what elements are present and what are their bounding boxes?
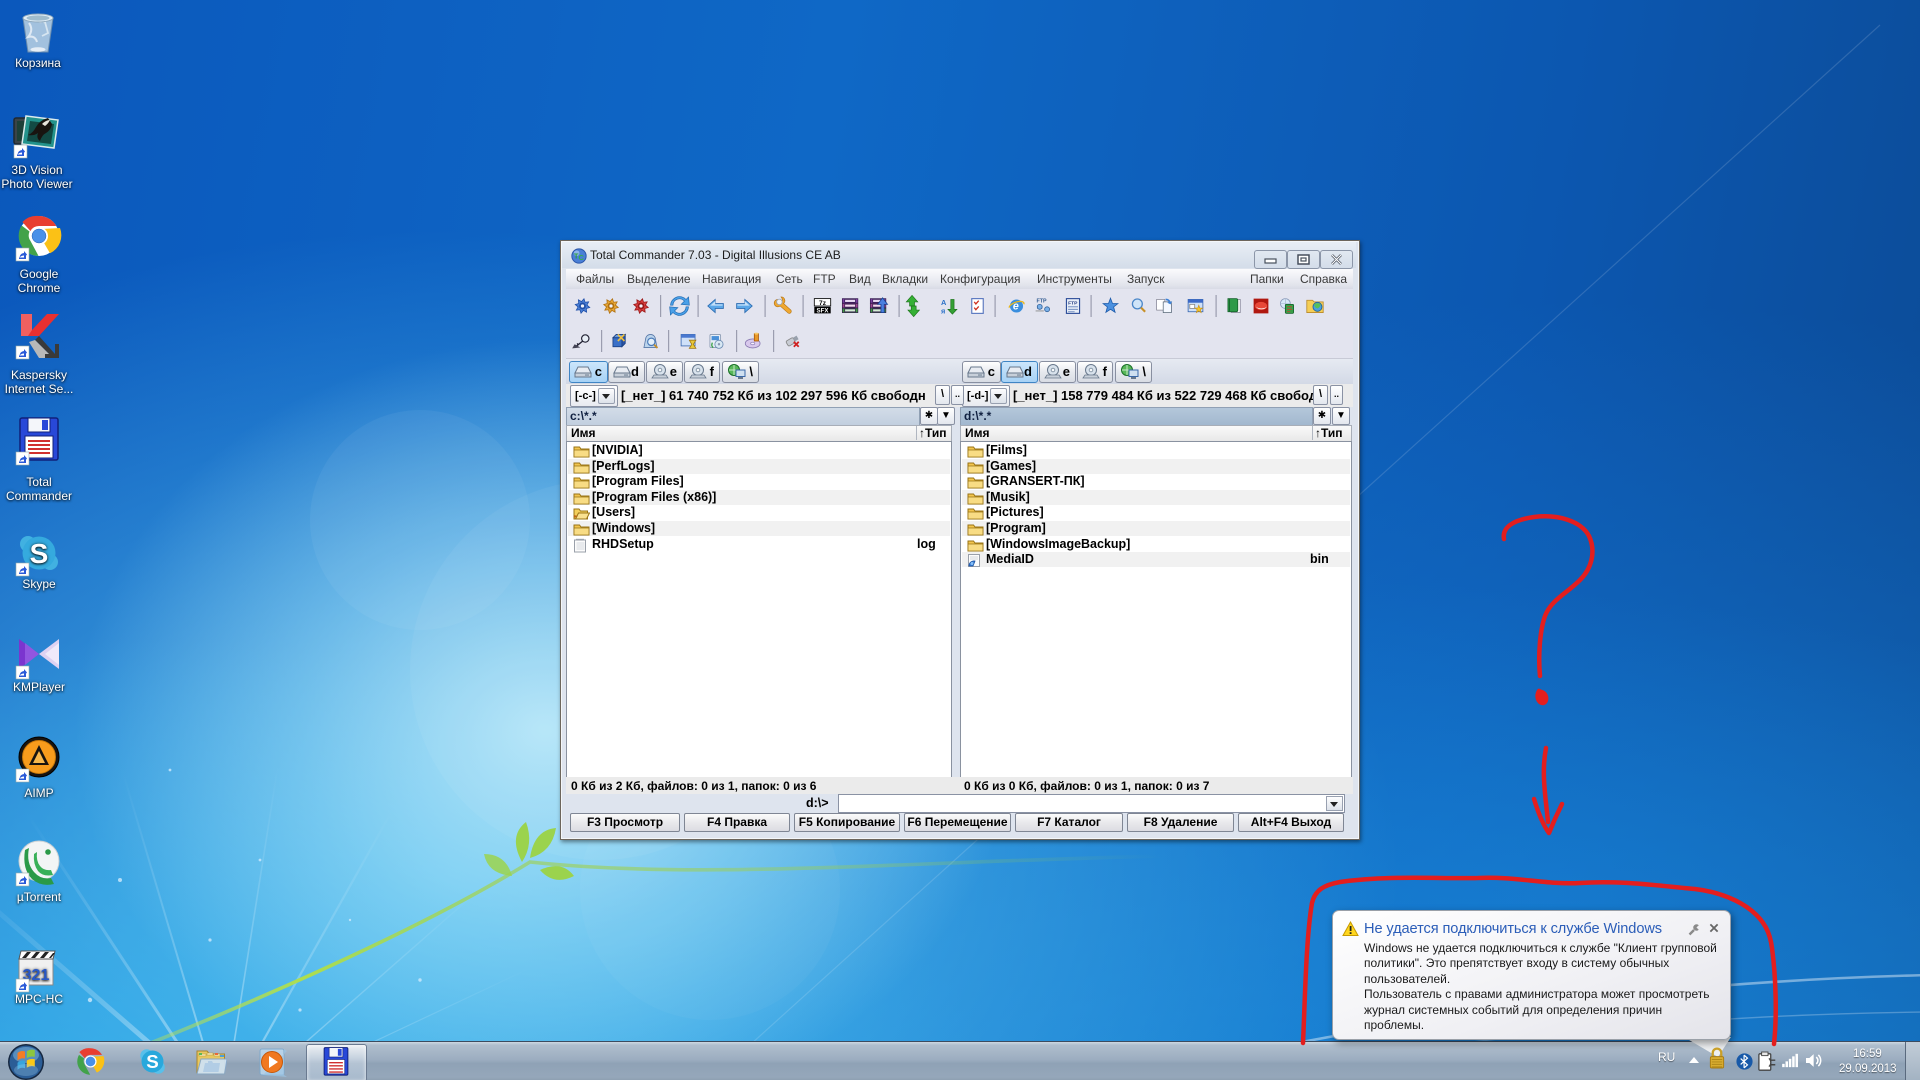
svg-text:S: S [30,538,49,569]
svg-text:7z: 7z [819,300,827,307]
svg-text:FTP: FTP [1068,300,1078,306]
svg-text:SFX: SFX [817,308,830,315]
svg-text:FTP: FTP [1036,299,1047,305]
svg-text:я: я [941,306,945,315]
svg-text:S: S [146,1051,159,1072]
svg-text:C: C [579,253,585,262]
